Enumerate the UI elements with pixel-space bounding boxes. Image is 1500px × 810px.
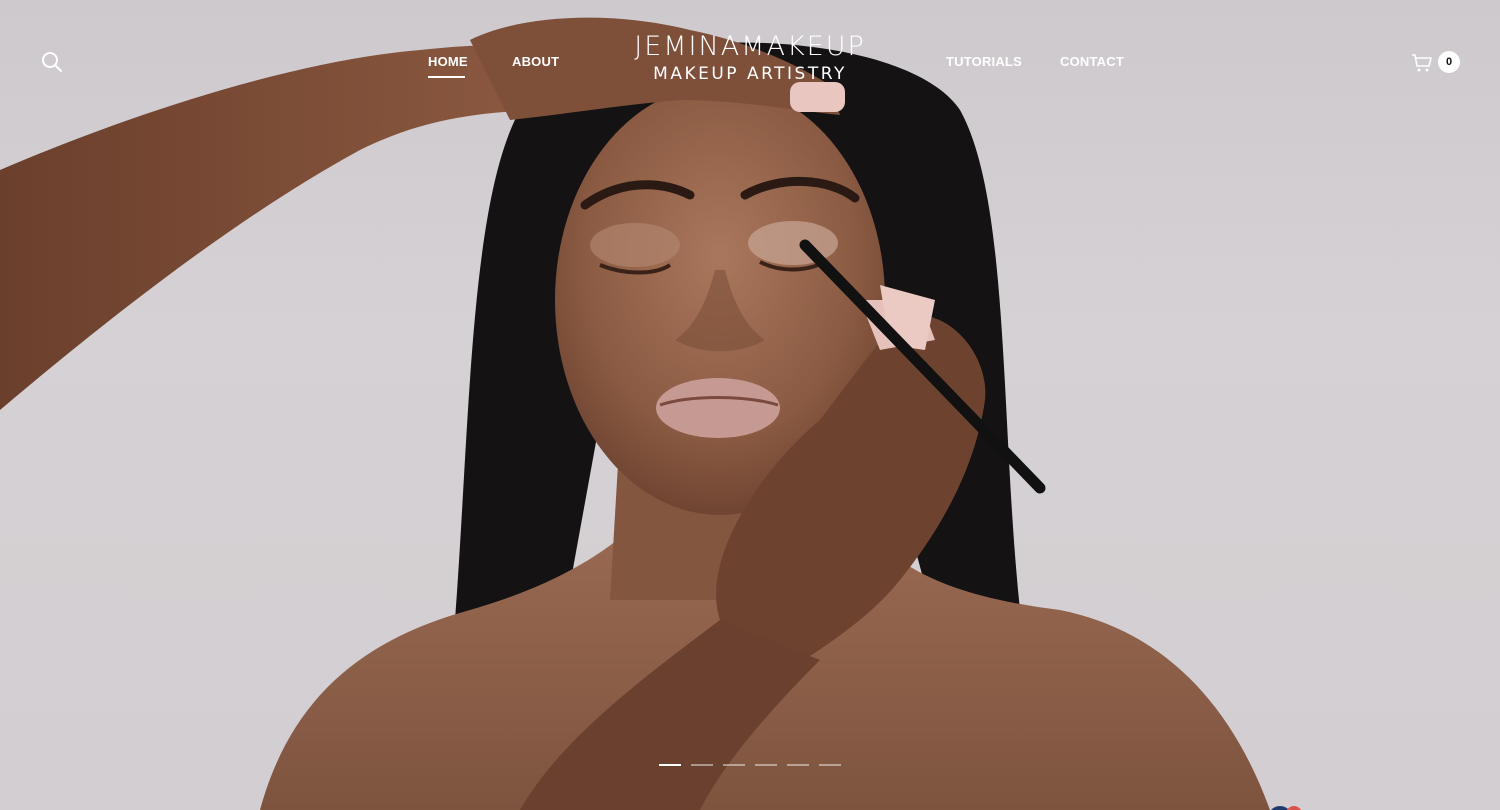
- slider-dot-6[interactable]: [819, 764, 841, 766]
- search-icon: [42, 52, 62, 72]
- slider-dot-1[interactable]: [659, 764, 681, 766]
- search-button[interactable]: [40, 50, 64, 74]
- nav-home[interactable]: HOME: [428, 54, 468, 69]
- nav-about[interactable]: ABOUT: [512, 54, 559, 69]
- hero-slider: HOME ABOUT JEMINAMAKEUP MAKEUP ARTISTRY …: [0, 0, 1500, 810]
- slider-dot-5[interactable]: [787, 764, 809, 766]
- logo-title: JEMINAMAKEUP: [634, 31, 866, 62]
- slider-dot-3[interactable]: [723, 764, 745, 766]
- slider-dot-4[interactable]: [755, 764, 777, 766]
- nav-active-indicator: [428, 76, 465, 78]
- site-header: HOME ABOUT JEMINAMAKEUP MAKEUP ARTISTRY …: [0, 0, 1500, 120]
- cart-icon: [1412, 54, 1432, 72]
- hero-image: [0, 17, 1270, 810]
- slider-dot-2[interactable]: [691, 764, 713, 766]
- site-logo[interactable]: JEMINAMAKEUP MAKEUP ARTISTRY: [600, 30, 900, 84]
- chat-widget-icon[interactable]: [1264, 802, 1308, 810]
- nav-contact[interactable]: CONTACT: [1060, 54, 1124, 69]
- logo-subtitle: MAKEUP ARTISTRY: [653, 64, 847, 84]
- cart-button[interactable]: [1410, 50, 1434, 74]
- slider-pagination: [659, 764, 841, 768]
- nav-tutorials[interactable]: TUTORIALS: [946, 54, 1022, 69]
- cart-count-badge: 0: [1438, 51, 1460, 73]
